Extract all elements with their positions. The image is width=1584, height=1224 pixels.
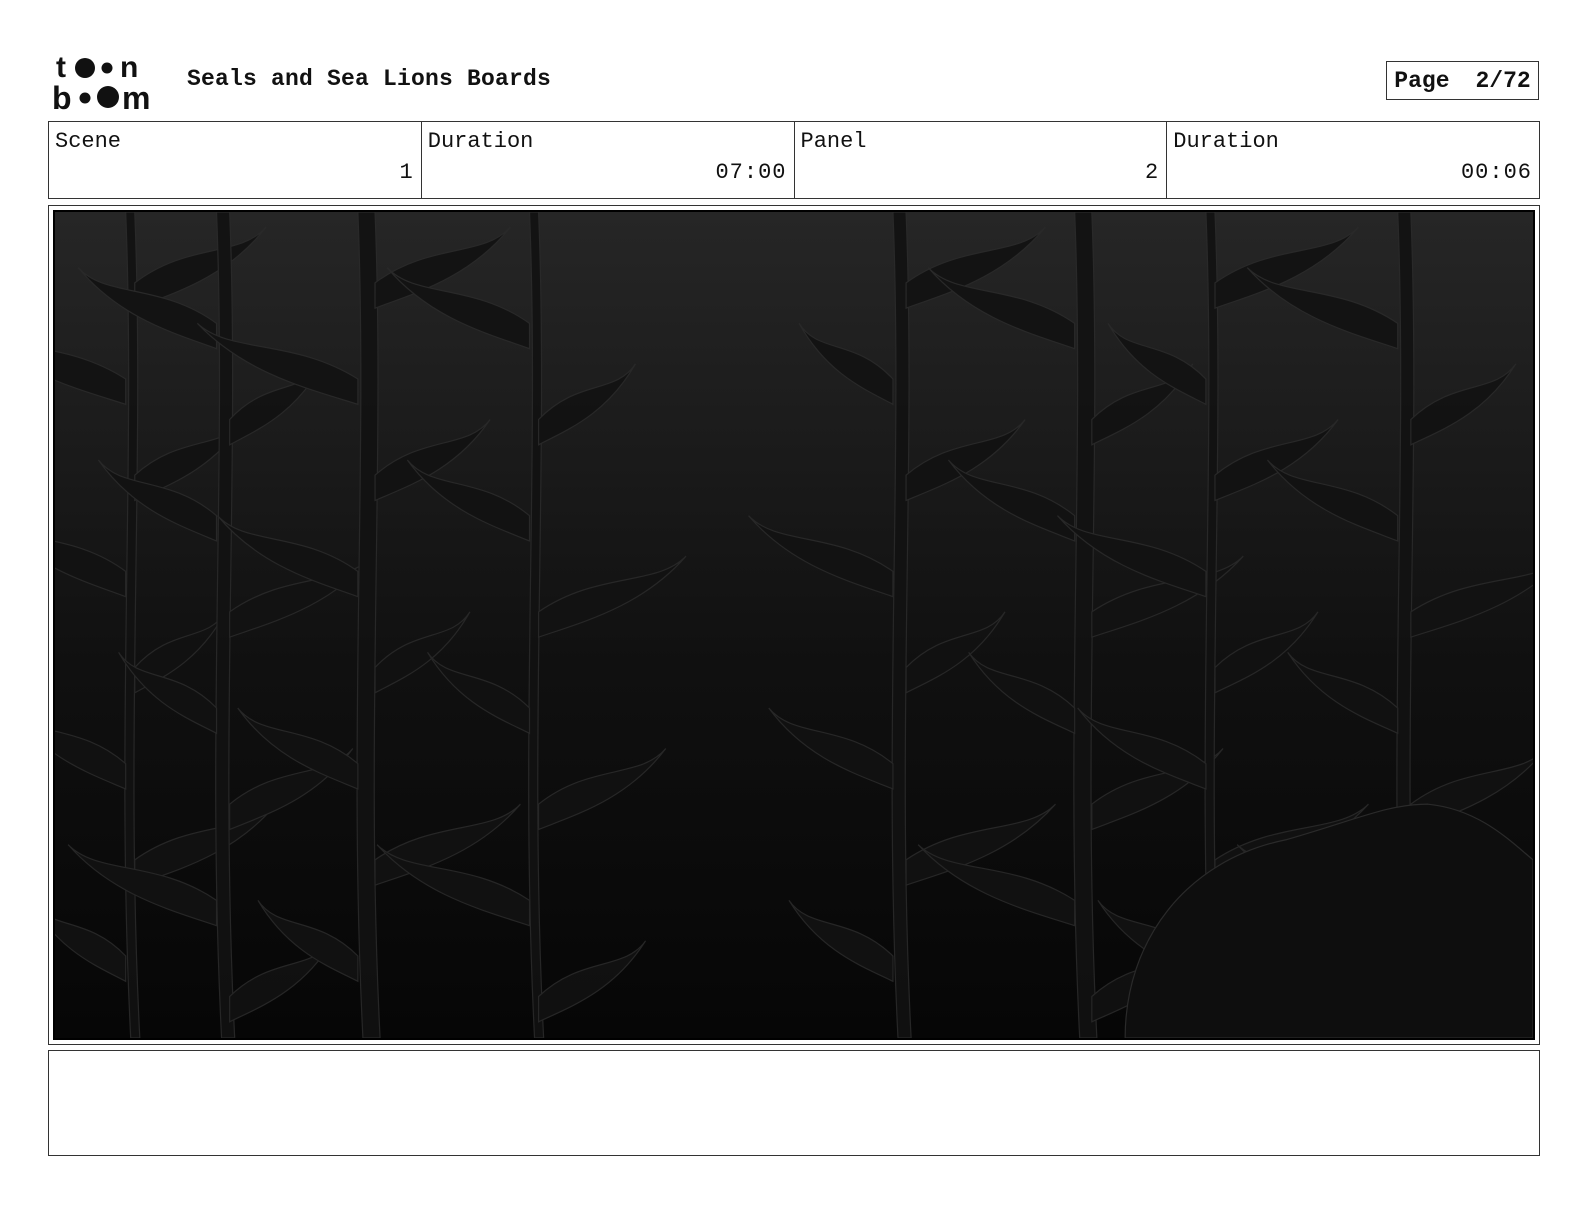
- panel-info-row: Scene 1 Duration 07:00 Panel 2 Duration …: [48, 121, 1540, 199]
- panel-notes-box: [48, 1050, 1540, 1156]
- svg-text:m: m: [122, 80, 150, 112]
- board-title: Seals and Sea Lions Boards: [187, 66, 552, 92]
- panel-label: Panel: [800, 129, 867, 154]
- panel-duration-cell: Duration 00:06: [1167, 122, 1539, 198]
- scene-label: Scene: [55, 129, 122, 154]
- scene-duration-value: 07:00: [715, 160, 787, 185]
- panel-duration-value: 00:06: [1460, 160, 1532, 185]
- scene-duration-cell: Duration 07:00: [422, 122, 795, 198]
- kelp-forest-drawing: [55, 212, 1533, 1038]
- page-indicator: Page 2/72: [1386, 61, 1539, 100]
- svg-text:b: b: [52, 80, 72, 112]
- scene-duration-label: Duration: [427, 129, 534, 154]
- panel-duration-label: Duration: [1173, 129, 1279, 154]
- page-label: Page: [1394, 67, 1450, 94]
- storyboard-panel-image: [53, 210, 1535, 1040]
- storyboard-panel-frame: [48, 205, 1540, 1045]
- scene-value: 1: [399, 160, 414, 185]
- scene-cell: Scene 1: [49, 122, 422, 198]
- page-number: 2/72: [1475, 67, 1531, 94]
- panel-cell: Panel 2: [795, 122, 1168, 198]
- panel-value: 2: [1145, 160, 1160, 185]
- toon-boom-logo: t n b m: [52, 51, 150, 112]
